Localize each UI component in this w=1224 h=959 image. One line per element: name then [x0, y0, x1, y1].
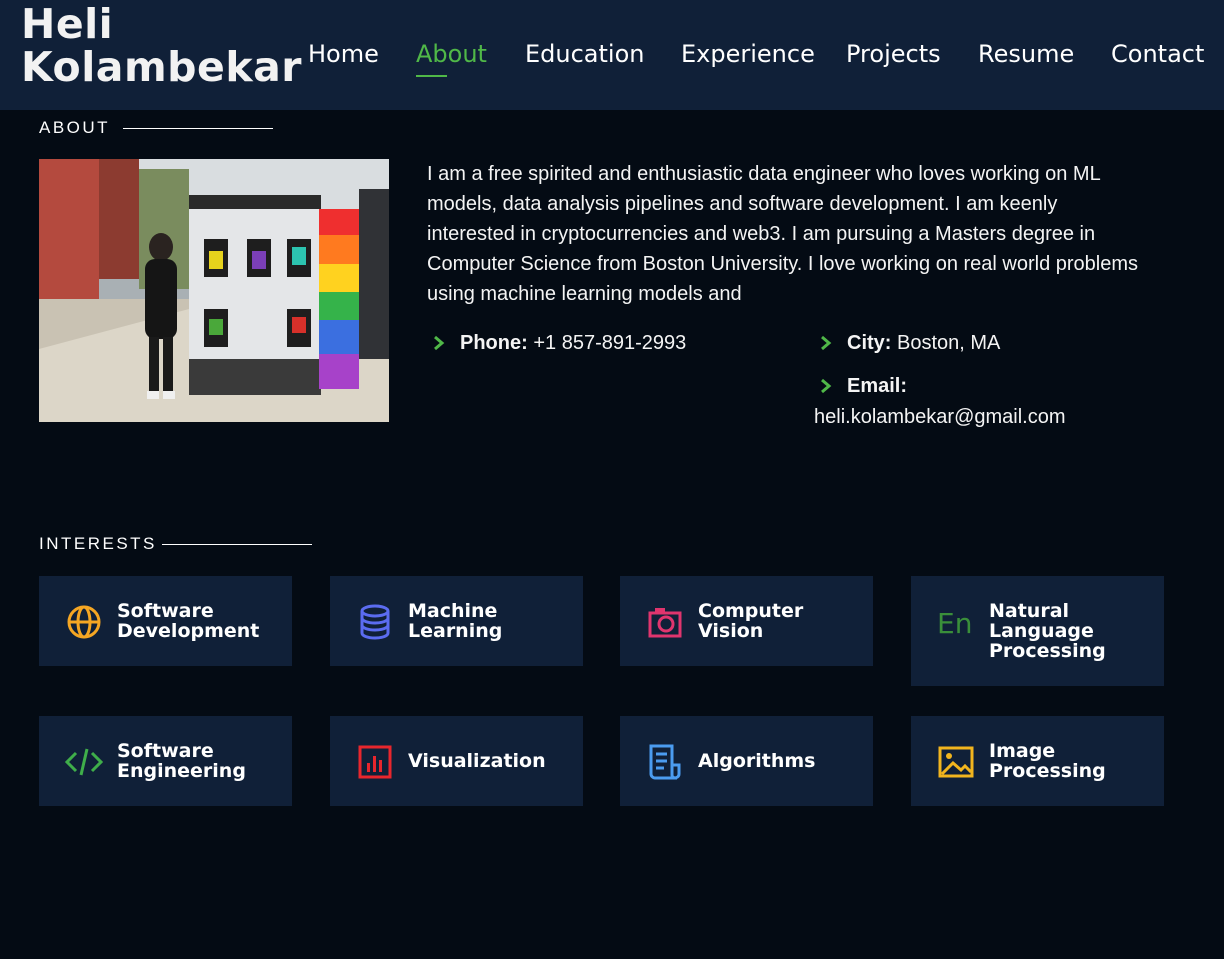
about-title-divider: [123, 128, 273, 129]
nav-active-underline: [416, 75, 447, 77]
about-section-title: ABOUT: [39, 118, 111, 137]
interest-card-nlp: En Natural Language Processing: [911, 576, 1164, 686]
svg-text:En: En: [937, 607, 972, 640]
interests-title-divider: [162, 544, 312, 545]
logo-last-name: Kolambekar: [21, 43, 302, 91]
nav-experience[interactable]: Experience: [681, 38, 815, 70]
city-info: City: Boston, MA: [847, 328, 1000, 358]
interest-label: Software Development: [117, 600, 260, 642]
interest-card-image-processing: Image Processing: [911, 716, 1164, 806]
email-label: Email:: [847, 375, 908, 397]
bar-chart-icon: [358, 745, 392, 779]
nav-contact[interactable]: Contact: [1111, 38, 1204, 70]
profile-photo-image: [39, 159, 389, 422]
interest-card-visualization: Visualization: [330, 716, 583, 806]
interest-label: Visualization: [408, 750, 546, 772]
code-icon: [65, 748, 103, 776]
phone-label: Phone:: [460, 332, 528, 354]
nav-resume[interactable]: Resume: [978, 38, 1074, 70]
interest-label: Software Engineering: [117, 740, 246, 782]
main-nav: Home About Education Experience Projects…: [308, 38, 1208, 77]
nav-home[interactable]: Home: [308, 38, 379, 70]
interest-label: Machine Learning: [408, 600, 503, 642]
chevron-right-icon: [821, 378, 832, 394]
interest-card-computer-vision: Computer Vision: [620, 576, 873, 666]
interest-label: Natural Language Processing: [989, 600, 1106, 662]
document-icon: [649, 744, 681, 780]
logo-first-name: Heli: [21, 0, 114, 48]
interest-card-software-development: Software Development: [39, 576, 292, 666]
city-label: City:: [847, 332, 892, 354]
interest-card-machine-learning: Machine Learning: [330, 576, 583, 666]
interest-card-software-engineering: Software Engineering: [39, 716, 292, 806]
interests-section-title: INTERESTS: [39, 534, 157, 553]
nav-about[interactable]: About: [416, 38, 487, 70]
image-icon: [938, 746, 974, 778]
interest-card-algorithms: Algorithms: [620, 716, 873, 806]
database-icon: [360, 604, 390, 640]
city-value: Boston, MA: [897, 332, 1001, 354]
nav-projects[interactable]: Projects: [846, 38, 941, 70]
nav-education[interactable]: Education: [525, 38, 644, 70]
chevron-right-icon: [434, 335, 445, 351]
site-header: Heli Kolambekar Home About Education Exp…: [0, 0, 1224, 110]
interest-label: Image Processing: [989, 740, 1106, 782]
profile-photo: [39, 159, 389, 422]
phone-info: Phone: +1 857-891-2993: [460, 328, 686, 358]
globe-icon: [67, 605, 101, 639]
language-en-icon: En: [937, 607, 972, 640]
email-label-row: Email:: [847, 371, 907, 401]
interest-label: Algorithms: [698, 750, 816, 772]
chevron-right-icon: [821, 335, 832, 351]
camera-icon: [648, 608, 682, 638]
interest-label: Computer Vision: [698, 600, 804, 642]
phone-value[interactable]: +1 857-891-2993: [533, 332, 686, 354]
email-value[interactable]: heli.kolambekar@gmail.com: [814, 402, 1066, 432]
about-bio: I am a free spirited and enthusiastic da…: [427, 163, 1139, 305]
site-logo[interactable]: Heli Kolambekar: [21, 3, 302, 89]
